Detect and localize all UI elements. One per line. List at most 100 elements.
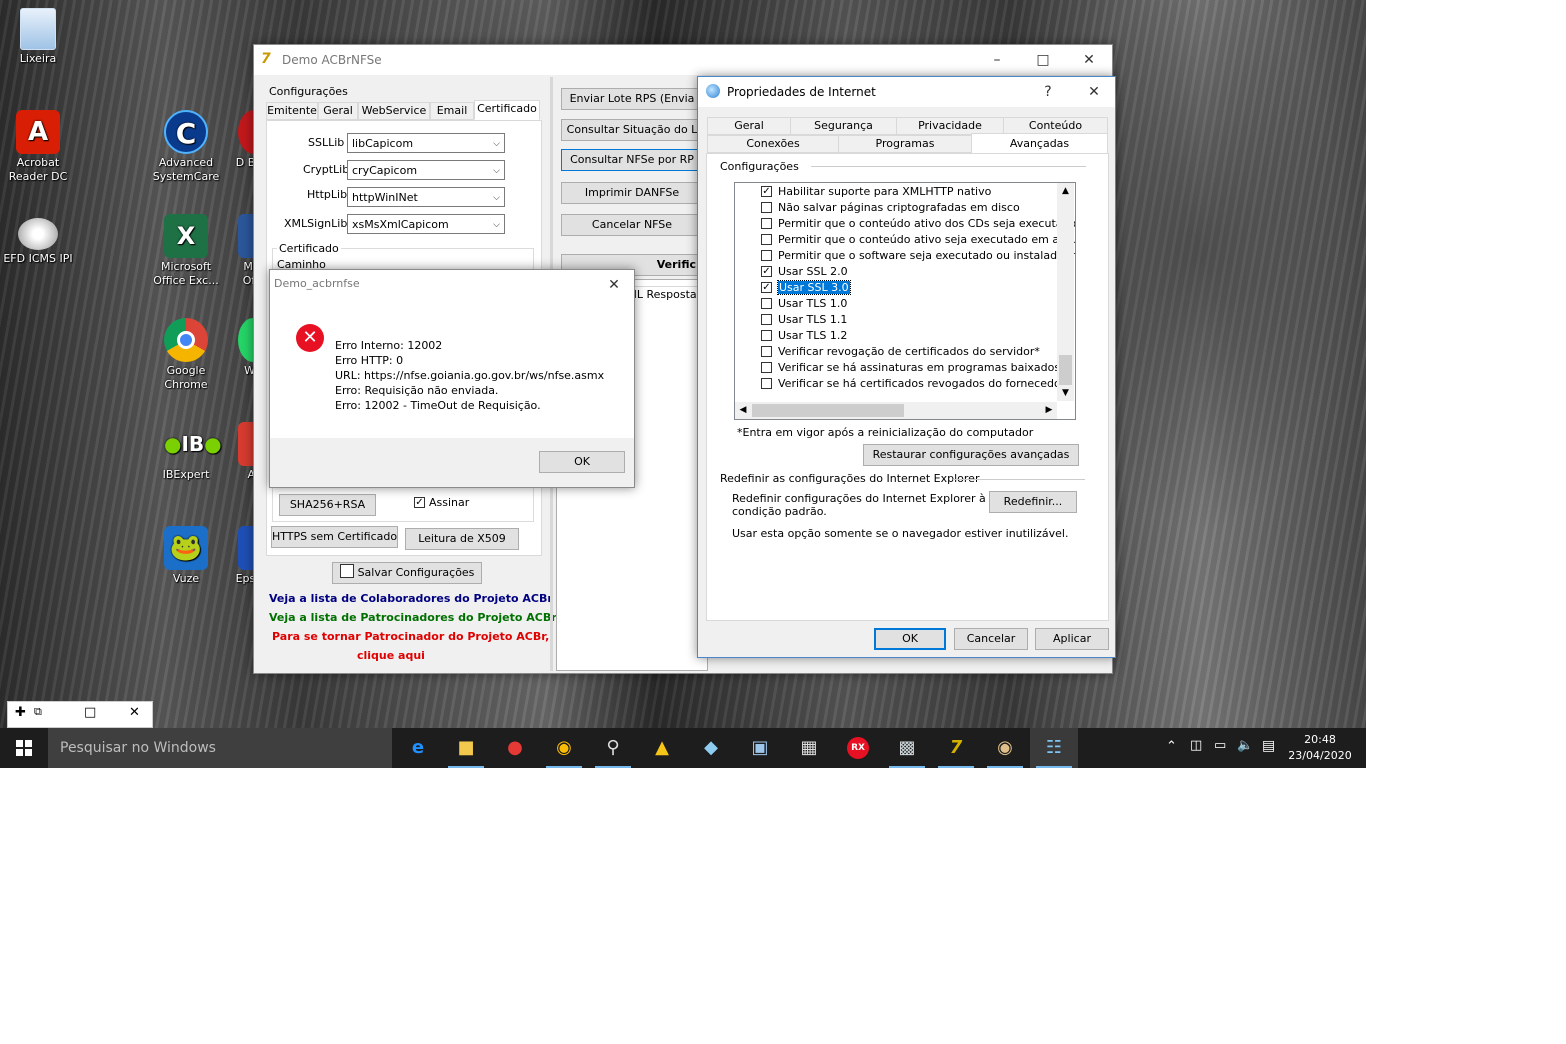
maximize-button[interactable]: □: [1020, 45, 1066, 75]
rx-app-icon[interactable]: RX: [834, 728, 882, 768]
tab-emitente[interactable]: Emitente: [266, 102, 318, 120]
option-checkbox[interactable]: ✓: [761, 282, 772, 293]
desktop-icon-advanced-systemcare[interactable]: C Advanced SystemCare: [148, 110, 224, 184]
settings-tree[interactable]: ✓ Habilitar suporte para XMLHTTP nativo N…: [734, 182, 1076, 420]
chrome-taskbar-icon[interactable]: ◉: [540, 728, 588, 768]
imprimir-danfse-button[interactable]: Imprimir DANFSe: [561, 182, 703, 204]
option-checkbox[interactable]: [761, 314, 772, 325]
inet-cancel-button[interactable]: Cancelar: [954, 628, 1028, 650]
tab-xml-resposta[interactable]: ML Resposta: [626, 286, 698, 304]
sha256-rsa-button[interactable]: SHA256+RSA: [279, 494, 376, 516]
minimize-button[interactable]: –: [974, 45, 1020, 75]
control-panel-icon[interactable]: ▩: [883, 728, 931, 768]
vertical-scroll-thumb[interactable]: [1059, 355, 1072, 385]
ssllib-combo[interactable]: libCapicom ⌵: [347, 133, 505, 153]
start-button[interactable]: [0, 728, 48, 768]
tab-conexoes[interactable]: Conexões: [707, 135, 839, 153]
close-button[interactable]: ✕: [1066, 45, 1112, 75]
tab-webservice[interactable]: WebService: [358, 102, 430, 120]
desktop-icon-efd-icms[interactable]: EFD ICMS IPI: [0, 218, 76, 266]
maximize-icon[interactable]: □: [84, 705, 96, 720]
edge-icon[interactable]: e: [394, 728, 442, 768]
tab-programas[interactable]: Programas: [838, 135, 972, 153]
enviar-lote-rps-button[interactable]: Enviar Lote RPS (Envia: [561, 88, 703, 110]
network-app-icon[interactable]: ▣: [736, 728, 784, 768]
desktop-icon-chrome[interactable]: Google Chrome: [148, 318, 224, 392]
option-checkbox[interactable]: ✓: [761, 186, 772, 197]
search-box[interactable]: Pesquisar no Windows: [48, 728, 392, 768]
xmlsignlib-combo[interactable]: xsMsXmlCapicom ⌵: [347, 214, 505, 234]
option-checkbox[interactable]: [761, 298, 772, 309]
option-label: Permitir que o conteúdo ativo seja execu…: [778, 233, 1076, 246]
option-checkbox[interactable]: [761, 202, 772, 213]
https-sem-certificado-button[interactable]: HTTPS sem Certificado: [271, 526, 398, 548]
redefinir-button[interactable]: Redefinir...: [989, 491, 1077, 513]
inet-ok-button[interactable]: OK: [874, 628, 946, 650]
horizontal-scroll-thumb[interactable]: [752, 404, 904, 417]
restaurar-avancadas-button[interactable]: Restaurar configurações avançadas: [863, 444, 1079, 466]
scroll-left-icon[interactable]: ◀: [735, 402, 751, 419]
tray-volume-icon[interactable]: 🔈: [1237, 738, 1253, 753]
tab-geral[interactable]: Geral: [707, 117, 791, 135]
leitura-x509-button[interactable]: Leitura de X509: [405, 528, 519, 550]
tray-clock[interactable]: 20:48 23/04/2020: [1284, 732, 1356, 764]
scroll-up-icon[interactable]: ▲: [1057, 183, 1074, 199]
desktop-icon-ibexpert[interactable]: ●IB● IBExpert: [148, 422, 224, 482]
option-checkbox[interactable]: [761, 346, 772, 357]
scroll-right-icon[interactable]: ▶: [1041, 402, 1057, 419]
magnifier-icon[interactable]: ⚲: [589, 728, 637, 768]
option-checkbox[interactable]: [761, 250, 772, 261]
option-checkbox[interactable]: [761, 378, 772, 389]
inet-apply-button[interactable]: Aplicar: [1035, 628, 1109, 650]
tab-email[interactable]: Email: [430, 102, 474, 120]
acbr-taskbar-icon[interactable]: 7: [932, 728, 980, 768]
cancelar-nfse-button[interactable]: Cancelar NFSe: [561, 214, 703, 236]
calculator-icon[interactable]: ▦: [785, 728, 833, 768]
hardhat-app-icon[interactable]: ▲: [638, 728, 686, 768]
option-checkbox[interactable]: [761, 330, 772, 341]
redefinir-note: Usar esta opção somente se o navegador e…: [732, 527, 1069, 540]
option-checkbox[interactable]: [761, 362, 772, 373]
desktop-icon-acrobat[interactable]: A Acrobat Reader DC: [0, 110, 76, 184]
minimized-window[interactable]: ✚ ⧉ □ ✕: [7, 701, 153, 728]
file-explorer-icon[interactable]: ■: [442, 728, 490, 768]
error-ok-button[interactable]: OK: [539, 451, 625, 473]
consultar-situacao-button[interactable]: Consultar Situação do L: [561, 119, 703, 141]
desktop-icon-vuze[interactable]: 🐸 Vuze: [148, 526, 224, 586]
scroll-down-icon[interactable]: ▼: [1057, 385, 1074, 401]
close-icon[interactable]: ✕: [129, 705, 140, 720]
acbr-titlebar: 7 Demo ACBrNFSe – □ ✕: [254, 45, 1112, 75]
option-checkbox[interactable]: [761, 218, 772, 229]
bank-app-icon[interactable]: ●: [491, 728, 539, 768]
tab-certificado[interactable]: Certificado: [474, 100, 540, 120]
assinar-checkbox[interactable]: ✓: [414, 497, 425, 508]
tab-seguranca[interactable]: Segurança: [790, 117, 897, 135]
patrocinadores-link[interactable]: Veja a lista de Patrocinadores do Projet…: [269, 611, 557, 624]
tornar-patrocinador-text[interactable]: Para se tornar Patrocinador do Projeto A…: [272, 630, 549, 643]
action-center-icon[interactable]: ▤: [1262, 738, 1275, 754]
httplib-combo[interactable]: httpWinINet ⌵: [347, 187, 505, 207]
option-checkbox[interactable]: ✓: [761, 266, 772, 277]
help-button[interactable]: ?: [1025, 77, 1071, 107]
error-dialog-close-button[interactable]: ✕: [596, 270, 632, 300]
cryptlib-combo[interactable]: cryCapicom ⌵: [347, 160, 505, 180]
clique-aqui-link[interactable]: clique aqui: [357, 649, 425, 662]
tray-monitor-icon[interactable]: ▭: [1214, 738, 1226, 753]
restore-icon[interactable]: ⧉: [34, 705, 42, 719]
salvar-configuracoes-button[interactable]: Salvar Configurações: [332, 562, 482, 584]
colaboradores-link[interactable]: Veja a lista de Colaboradores do Projeto…: [269, 592, 553, 605]
tray-chevron-up-icon[interactable]: ⌃: [1166, 739, 1177, 754]
internet-options-taskbar-icon[interactable]: ☷: [1030, 728, 1078, 768]
option-checkbox[interactable]: [761, 234, 772, 245]
tab-geral[interactable]: Geral: [318, 102, 358, 120]
inet-close-button[interactable]: ✕: [1071, 77, 1117, 107]
vertical-scrollbar[interactable]: ▲ ▼: [1057, 183, 1074, 401]
tab-avancadas[interactable]: Avançadas: [971, 133, 1108, 155]
horizontal-scrollbar[interactable]: ◀ ▶: [735, 402, 1057, 419]
desktop-icon-excel[interactable]: X Microsoft Office Exc...: [148, 214, 224, 288]
paint-icon[interactable]: ◉: [981, 728, 1029, 768]
desktop-icon-recycle-bin[interactable]: Lixeira: [0, 8, 76, 66]
blue-app-icon[interactable]: ◆: [687, 728, 735, 768]
tray-network-icon[interactable]: ◫: [1190, 738, 1202, 753]
consultar-nfse-rps-button[interactable]: Consultar NFSe por RP: [561, 149, 703, 171]
